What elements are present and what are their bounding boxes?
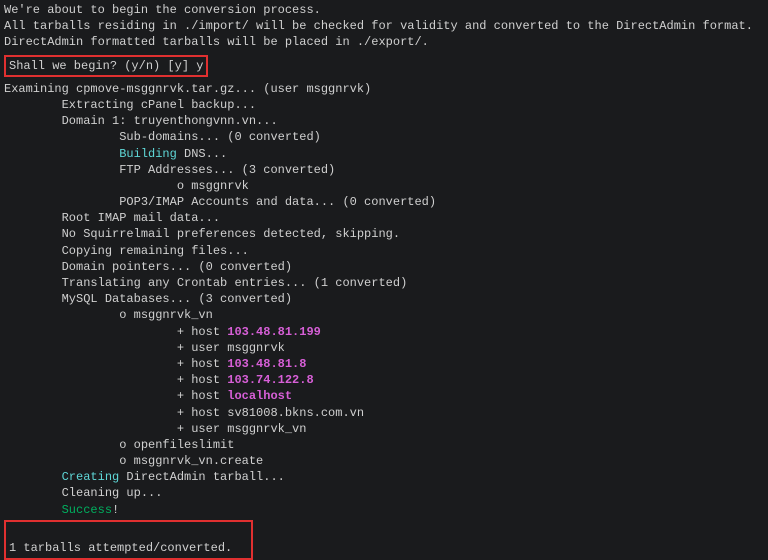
log-ftp: FTP Addresses... (3 converted) <box>4 162 764 178</box>
log-domain1: Domain 1: truyenthongvnn.vn... <box>4 113 764 129</box>
log-host2: + host 103.48.81.8 <box>4 356 764 372</box>
creating-keyword: Creating <box>62 470 120 484</box>
pad <box>4 470 62 484</box>
log-host3: + host 103.74.122.8 <box>4 372 764 388</box>
log-db1: o msggnrvk_vn <box>4 307 764 323</box>
creating-rest: DirectAdmin tarball... <box>119 470 285 484</box>
summary-blank <box>9 524 248 540</box>
host-localhost: localhost <box>227 389 292 403</box>
intro-line-1: We're about to begin the conversion proc… <box>4 2 764 18</box>
log-host1: + host 103.48.81.199 <box>4 324 764 340</box>
host-ip-2: 103.48.81.8 <box>227 357 306 371</box>
log-host5: + host sv81008.bkns.com.vn <box>4 405 764 421</box>
summary-text: 1 tarballs attempted/converted. <box>9 540 248 556</box>
host-ip-3: 103.74.122.8 <box>227 373 313 387</box>
log-building-dns: Building DNS... <box>4 146 764 162</box>
log-creating: Creating DirectAdmin tarball... <box>4 469 764 485</box>
log-pop3: POP3/IMAP Accounts and data... (0 conver… <box>4 194 764 210</box>
summary-box: 1 tarballs attempted/converted. <box>4 520 253 560</box>
log-copying: Copying remaining files... <box>4 243 764 259</box>
log-host4: + host localhost <box>4 388 764 404</box>
log-examining: Examining cpmove-msggnrvk.tar.gz... (use… <box>4 81 764 97</box>
log-pointers: Domain pointers... (0 converted) <box>4 259 764 275</box>
log-subdomains: Sub-domains... (0 converted) <box>4 129 764 145</box>
log-db2: o openfileslimit <box>4 437 764 453</box>
pad: + host <box>4 357 227 371</box>
log-mysql: MySQL Databases... (3 converted) <box>4 291 764 307</box>
pad: + host <box>4 373 227 387</box>
intro-line-3: DirectAdmin formatted tarballs will be p… <box>4 34 764 50</box>
log-extracting: Extracting cPanel backup... <box>4 97 764 113</box>
host-ip-1: 103.48.81.199 <box>227 325 321 339</box>
log-db3: o msggnrvk_vn.create <box>4 453 764 469</box>
log-cleaning: Cleaning up... <box>4 485 764 501</box>
begin-prompt-text[interactable]: Shall we begin? (y/n) [y] y <box>9 59 203 73</box>
log-squirrel: No Squirrelmail preferences detected, sk… <box>4 226 764 242</box>
pad: + host <box>4 325 227 339</box>
log-user2: + user msggnrvk_vn <box>4 421 764 437</box>
log-root-imap: Root IMAP mail data... <box>4 210 764 226</box>
pad <box>4 147 119 161</box>
log-ftp-user: o msggnrvk <box>4 178 764 194</box>
building-rest: DNS... <box>177 147 227 161</box>
begin-prompt-box: Shall we begin? (y/n) [y] y <box>4 55 208 77</box>
log-crontab: Translating any Crontab entries... (1 co… <box>4 275 764 291</box>
pad: + host <box>4 389 227 403</box>
building-keyword: Building <box>119 147 177 161</box>
log-user1: + user msggnrvk <box>4 340 764 356</box>
intro-line-2: All tarballs residing in ./import/ will … <box>4 18 764 34</box>
